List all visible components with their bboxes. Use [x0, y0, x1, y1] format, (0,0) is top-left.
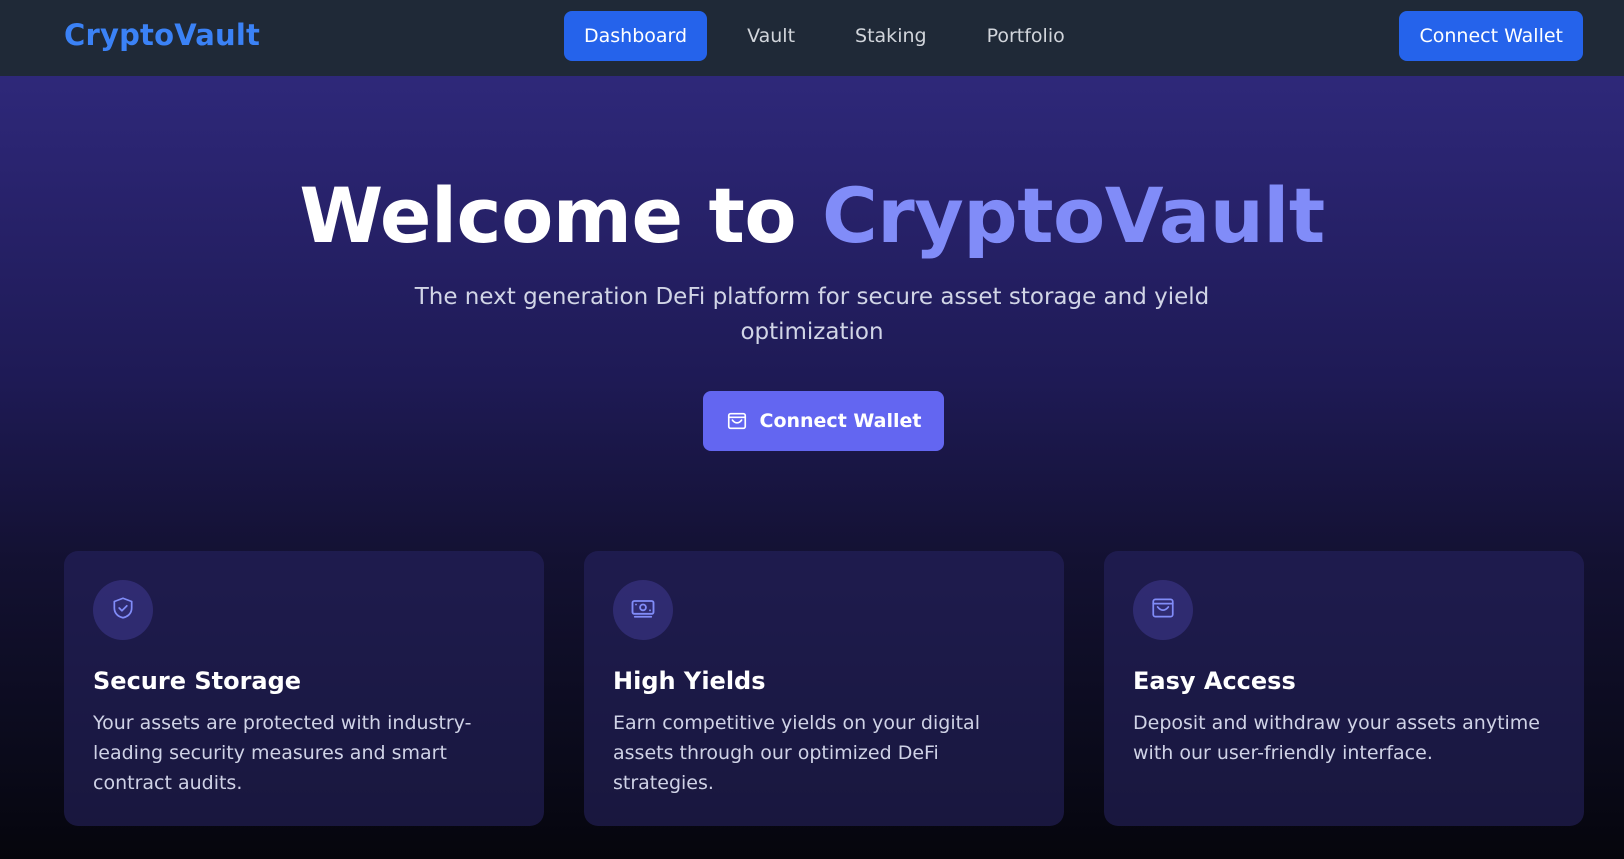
feature-title: Easy Access	[1133, 667, 1296, 695]
hero-title-prefix: Welcome to	[299, 171, 797, 260]
hero-connect-wallet-button[interactable]: Connect Wallet	[703, 391, 944, 451]
feature-description: Your assets are protected with industry-…	[93, 712, 472, 794]
feature-icon-wrap	[1133, 580, 1193, 640]
wallet-icon	[726, 410, 748, 432]
banknote-icon	[629, 594, 657, 626]
feature-description: Deposit and withdraw your assets anytime…	[1133, 712, 1540, 764]
hero-connect-wallet-label: Connect Wallet	[759, 410, 922, 432]
feature-card-high-yields: High Yields Earn competitive yields on y…	[584, 551, 1064, 826]
hero-title-accent: CryptoVault	[822, 171, 1325, 260]
nav-link-staking[interactable]: Staking	[835, 11, 947, 61]
feature-card-easy-access: Easy Access Deposit and withdraw your as…	[1104, 551, 1584, 826]
feature-icon-wrap	[93, 580, 153, 640]
navbar-connect-wallet-button[interactable]: Connect Wallet	[1399, 11, 1583, 61]
shield-check-icon	[110, 595, 136, 625]
brand-logo[interactable]: CryptoVault	[64, 18, 260, 52]
main-nav: Dashboard Vault Staking Portfolio	[564, 11, 1085, 61]
hero-title: Welcome to CryptoVault	[0, 168, 1624, 264]
nav-link-portfolio[interactable]: Portfolio	[967, 11, 1085, 61]
wallet-icon	[1150, 595, 1176, 625]
hero-subtitle: The next generation DeFi platform for se…	[414, 284, 1210, 345]
top-navbar: CryptoVault Dashboard Vault Staking Port…	[0, 0, 1624, 76]
feature-card-secure-storage: Secure Storage Your assets are protected…	[64, 551, 544, 826]
feature-title: Secure Storage	[93, 667, 302, 695]
nav-link-vault[interactable]: Vault	[727, 11, 815, 61]
feature-title: High Yields	[613, 667, 766, 695]
feature-icon-wrap	[613, 580, 673, 640]
nav-link-dashboard[interactable]: Dashboard	[564, 11, 708, 61]
feature-description: Earn competitive yields on your digital …	[613, 712, 980, 794]
